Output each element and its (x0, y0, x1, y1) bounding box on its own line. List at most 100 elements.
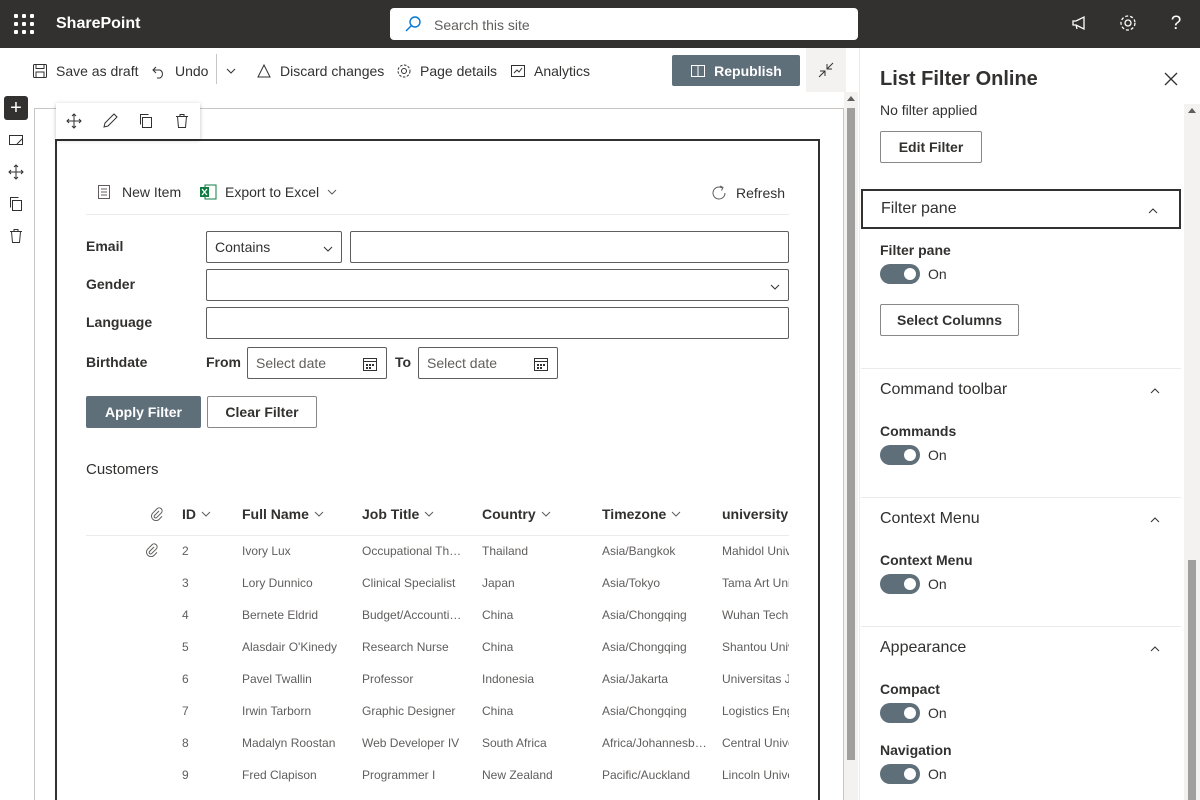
clear-filter-button[interactable]: Clear Filter (207, 396, 317, 428)
new-item-icon (98, 185, 110, 199)
save-draft-button[interactable]: Save as draft (32, 62, 139, 80)
more-undo-dropdown[interactable] (225, 62, 245, 80)
undo-button[interactable]: Undo (151, 62, 208, 80)
scroll-up-arrow[interactable] (1188, 108, 1196, 113)
canvas-scrollbar[interactable] (844, 92, 858, 800)
edit-webpart-icon[interactable] (92, 103, 128, 139)
chevron-down-icon (770, 284, 780, 290)
language-field[interactable] (206, 307, 789, 339)
cell-id: 6 (182, 672, 189, 686)
commands-toggle-label: Commands (880, 423, 957, 439)
settings-gear-icon[interactable] (1117, 13, 1139, 35)
pane-scrollbar[interactable] (1184, 104, 1200, 800)
email-field[interactable] (350, 231, 789, 263)
table-row[interactable]: 5 Alasdair O'Kinedy Research Nurse China Asi… (86, 632, 789, 664)
brand-title[interactable]: SharePoint (56, 15, 140, 33)
attachment-column-icon[interactable] (145, 507, 164, 521)
navigation-toggle[interactable] (880, 764, 920, 784)
scroll-thumb[interactable] (847, 108, 855, 760)
refresh-label: Refresh (736, 185, 786, 201)
birthdate-label: Birthdate (86, 354, 148, 370)
cell-university: Wuhan Techn (722, 608, 789, 622)
compact-toggle-label: Compact (880, 681, 940, 697)
help-icon[interactable]: ? (1165, 13, 1187, 35)
apply-filter-button[interactable]: Apply Filter (86, 396, 201, 428)
context-menu-toggle-state: On (928, 576, 947, 592)
discard-changes-button[interactable]: Discard changes (256, 62, 384, 80)
analytics-button[interactable]: Analytics (510, 62, 590, 80)
suite-bar: SharePoint Search this site ? (0, 0, 1200, 48)
cell-id: 9 (182, 768, 189, 782)
commands-toggle[interactable] (880, 445, 920, 465)
table-row[interactable]: 4 Bernete Eldrid Budget/Accounti… China Asia… (86, 600, 789, 632)
column-header-id[interactable]: ID (182, 506, 211, 522)
collapse-pane-button[interactable] (806, 48, 846, 92)
webpart-toolbar (56, 103, 200, 139)
cell-full-name: Ivory Lux (242, 544, 291, 558)
delete-section-icon[interactable] (4, 224, 28, 248)
delete-webpart-icon[interactable] (164, 103, 200, 139)
scroll-thumb[interactable] (1188, 560, 1196, 800)
from-date-placeholder: Select date (256, 355, 327, 371)
duplicate-webpart-icon[interactable] (128, 103, 164, 139)
context-menu-toggle[interactable] (880, 574, 920, 594)
table-row[interactable]: 6 Pavel Twallin Professor Indonesia Asia/Jak… (86, 664, 789, 696)
commands-toggle-state: On (928, 447, 947, 463)
chevron-down-icon (327, 189, 337, 195)
move-webpart-icon[interactable] (56, 103, 92, 139)
attachment-icon[interactable] (145, 543, 159, 560)
megaphone-icon[interactable] (1069, 13, 1091, 35)
group-header-appearance[interactable]: Appearance (861, 629, 1181, 669)
search-icon (405, 16, 421, 32)
compact-toggle[interactable] (880, 703, 920, 723)
search-placeholder: Search this site (434, 17, 530, 33)
from-date-picker[interactable]: Select date (247, 347, 387, 379)
email-label: Email (86, 238, 124, 254)
edit-section-icon[interactable] (4, 128, 28, 152)
chevron-down-icon (541, 511, 551, 517)
filter-pane-toggle-state: On (928, 266, 947, 282)
select-columns-button[interactable]: Select Columns (880, 304, 1019, 336)
discard-changes-label: Discard changes (280, 63, 385, 79)
language-label: Language (86, 314, 153, 330)
analytics-icon (511, 65, 525, 77)
cell-id: 5 (182, 640, 189, 654)
app-launcher-icon[interactable] (14, 14, 34, 34)
add-section-icon[interactable]: + (4, 96, 28, 120)
export-excel-button[interactable]: Export to Excel (199, 184, 345, 200)
compact-toggle-state: On (928, 705, 947, 721)
chevron-up-icon (1150, 646, 1160, 652)
move-section-icon[interactable] (4, 160, 28, 184)
edit-filter-button[interactable]: Edit Filter (880, 131, 982, 163)
chevron-down-icon (314, 511, 324, 517)
email-operator-dropdown[interactable]: Contains (206, 231, 342, 263)
refresh-button[interactable]: Refresh (710, 184, 785, 202)
column-header-timezone[interactable]: Timezone (602, 506, 681, 522)
calendar-icon (363, 358, 377, 371)
column-header-job-title[interactable]: Job Title (362, 506, 434, 522)
gender-dropdown[interactable] (206, 269, 789, 301)
new-item-button[interactable]: New Item (96, 184, 181, 200)
cell-country: South Africa (482, 736, 547, 750)
column-header-university[interactable]: university (722, 506, 788, 522)
column-header-country[interactable]: Country (482, 506, 551, 522)
table-row[interactable]: 9 Fred Clapison Programmer I New Zealand Pac… (86, 760, 789, 792)
duplicate-section-icon[interactable] (4, 192, 28, 216)
table-row[interactable]: 2 Ivory Lux Occupational Th… Thailand Asia/B… (86, 536, 789, 568)
group-header-context-menu[interactable]: Context Menu (861, 500, 1181, 540)
group-header-command-toolbar[interactable]: Command toolbar (861, 371, 1181, 411)
column-header-full-name[interactable]: Full Name (242, 506, 324, 522)
republish-button[interactable]: Republish (672, 55, 800, 86)
to-date-picker[interactable]: Select date (418, 347, 558, 379)
gear-icon (397, 64, 411, 78)
scroll-up-arrow[interactable] (847, 96, 855, 101)
table-row[interactable]: 3 Lory Dunnico Clinical Specialist Japan Asi… (86, 568, 789, 600)
filter-pane-toggle[interactable] (880, 264, 920, 284)
close-icon[interactable] (1163, 71, 1179, 87)
search-box[interactable]: Search this site (390, 8, 858, 40)
table-row[interactable]: 8 Madalyn Roostan Web Developer IV South Af… (86, 728, 789, 760)
page-details-button[interactable]: Page details (396, 62, 497, 80)
cell-country: China (482, 704, 514, 718)
group-header-filter-pane[interactable]: Filter pane (861, 189, 1181, 229)
table-row[interactable]: 7 Irwin Tarborn Graphic Designer China Asia/… (86, 696, 789, 728)
